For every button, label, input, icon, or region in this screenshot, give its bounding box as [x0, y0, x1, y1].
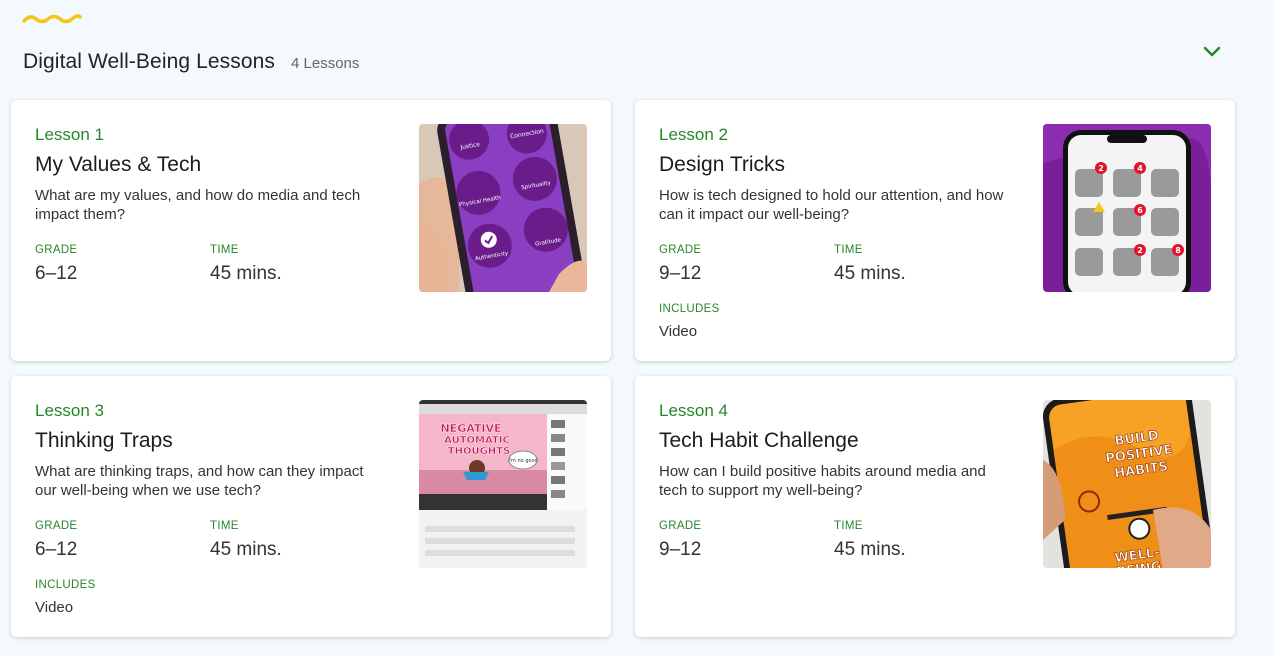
thumb-caption: I'm no good [508, 458, 538, 464]
notification-count: 6 [1137, 206, 1143, 215]
time-value: 45 mins. [834, 263, 906, 284]
lesson-description: What are thinking traps, and how can the… [35, 463, 364, 499]
lesson-description: How can I build positive habits around m… [659, 463, 986, 499]
notification-count: 2 [1137, 246, 1143, 255]
grade-label: GRADE [35, 244, 78, 256]
notification-count: 8 [1175, 246, 1181, 255]
thumb-caption: AUTOMATIC [444, 435, 510, 446]
grade-value: 6–12 [35, 539, 78, 560]
grade-value: 9–12 [659, 539, 702, 560]
lesson-thumbnail[interactable]: NEGATIVE AUTOMATIC THOUGHTS I'm no good [419, 400, 587, 568]
thumb-caption: NEGATIVE [440, 422, 501, 435]
chevron-down-icon[interactable] [1202, 44, 1222, 60]
lesson-card-4[interactable]: Lesson 4 Tech Habit Challenge How can I … [635, 376, 1235, 637]
notification-count: 2 [1098, 164, 1104, 173]
lesson-number: Lesson 1 [35, 125, 104, 144]
time-value: 45 mins. [834, 539, 906, 560]
lesson-thumbnail[interactable]: 2 4 6 2 8 [1043, 124, 1211, 292]
section-header: Digital Well-Being Lessons 4 Lessons [23, 50, 359, 74]
squiggle-decoration [22, 14, 82, 24]
includes-value: Video [659, 323, 698, 340]
time-value: 45 mins. [210, 539, 282, 560]
time-label: TIME [834, 520, 863, 532]
time-label: TIME [834, 244, 863, 256]
lesson-card-2[interactable]: Lesson 2 Design Tricks How is tech desig… [635, 100, 1235, 361]
grade-label: GRADE [659, 520, 702, 532]
lesson-thumbnail[interactable]: Justice Connection Physical Health Spiri… [419, 124, 587, 292]
section-title: Digital Well-Being Lessons [23, 50, 275, 73]
lesson-description: What are my values, and how do media and… [35, 187, 361, 223]
lesson-number: Lesson 3 [35, 401, 104, 420]
lesson-count: 4 Lessons [291, 55, 360, 72]
grade-value: 9–12 [659, 263, 702, 284]
lesson-card-3[interactable]: Lesson 3 Thinking Traps What are thinkin… [11, 376, 611, 637]
time-label: TIME [210, 244, 239, 256]
lesson-number: Lesson 2 [659, 125, 728, 144]
includes-label: INCLUDES [35, 579, 96, 591]
time-value: 45 mins. [210, 263, 282, 284]
lesson-card-1[interactable]: Lesson 1 My Values & Tech What are my va… [11, 100, 611, 361]
lesson-description: How is tech designed to hold our attenti… [659, 187, 1004, 223]
grade-label: GRADE [659, 244, 702, 256]
lesson-title[interactable]: Thinking Traps [35, 428, 385, 454]
lesson-number: Lesson 4 [659, 401, 728, 420]
thumb-caption: THOUGHTS [448, 446, 510, 457]
lesson-title[interactable]: Tech Habit Challenge [659, 428, 1009, 454]
time-label: TIME [210, 520, 239, 532]
notification-count: 4 [1137, 164, 1143, 173]
lesson-title[interactable]: My Values & Tech [35, 152, 385, 178]
grade-label: GRADE [35, 520, 78, 532]
includes-label: INCLUDES [659, 303, 720, 315]
lesson-title[interactable]: Design Tricks [659, 152, 1009, 178]
lesson-thumbnail[interactable]: BUILD POSITIVE HABITS WELL- BEING [1043, 400, 1211, 568]
includes-value: Video [35, 599, 74, 616]
grade-value: 6–12 [35, 263, 78, 284]
